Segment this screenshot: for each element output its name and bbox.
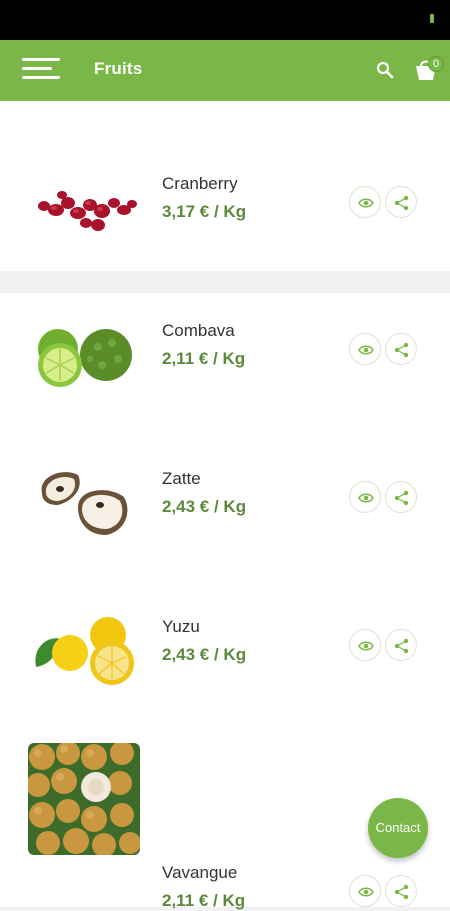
product-image xyxy=(28,447,140,559)
product-name: Yuzu xyxy=(162,617,200,636)
product-price: 3,17 € / Kg xyxy=(162,202,247,221)
share-icon xyxy=(394,884,409,900)
eye-icon xyxy=(358,345,374,355)
product-price: 2,11 € / Kg xyxy=(162,891,246,910)
app-bar: Fruits xyxy=(0,40,450,101)
share-button[interactable] xyxy=(385,629,417,661)
share-button[interactable] xyxy=(385,481,417,513)
share-button[interactable] xyxy=(385,186,417,218)
status-bar xyxy=(0,0,450,40)
product-card[interactable]: Cranberry 3,17 € / Kg xyxy=(0,101,450,271)
menu-icon[interactable] xyxy=(22,58,60,82)
eye-icon xyxy=(358,198,374,208)
product-card[interactable]: Combava 2,11 € / Kg xyxy=(0,293,450,463)
product-price: 2,43 € / Kg xyxy=(162,497,247,516)
share-icon xyxy=(394,342,409,358)
product-name: Zatte xyxy=(162,469,201,488)
share-button[interactable] xyxy=(385,875,417,907)
battery-icon xyxy=(430,14,434,23)
product-image xyxy=(28,743,140,855)
product-card[interactable]: Yuzu 2,43 € / Kg xyxy=(0,589,450,759)
view-button[interactable] xyxy=(349,481,381,513)
product-card[interactable]: Zatte 2,43 € / Kg xyxy=(0,441,450,611)
eye-icon xyxy=(358,641,374,651)
page-title: Fruits xyxy=(94,59,143,78)
product-name: Vavangue xyxy=(162,863,238,882)
share-button[interactable] xyxy=(385,333,417,365)
product-image xyxy=(28,595,140,707)
cart-badge: 0 xyxy=(428,56,444,72)
product-price: 2,11 € / Kg xyxy=(162,349,246,368)
product-price: 2,43 € / Kg xyxy=(162,645,247,664)
view-button[interactable] xyxy=(349,186,381,218)
share-icon xyxy=(394,490,409,506)
view-button[interactable] xyxy=(349,875,381,907)
eye-icon xyxy=(358,887,374,897)
search-icon[interactable] xyxy=(376,61,394,79)
product-image xyxy=(28,153,140,265)
share-icon xyxy=(394,195,409,211)
view-button[interactable] xyxy=(349,629,381,661)
contact-button[interactable]: Contact xyxy=(368,798,428,858)
product-name: Cranberry xyxy=(162,174,238,193)
product-image xyxy=(28,299,140,411)
eye-icon xyxy=(358,493,374,503)
product-name: Combava xyxy=(162,321,235,340)
view-button[interactable] xyxy=(349,333,381,365)
share-icon xyxy=(394,638,409,654)
